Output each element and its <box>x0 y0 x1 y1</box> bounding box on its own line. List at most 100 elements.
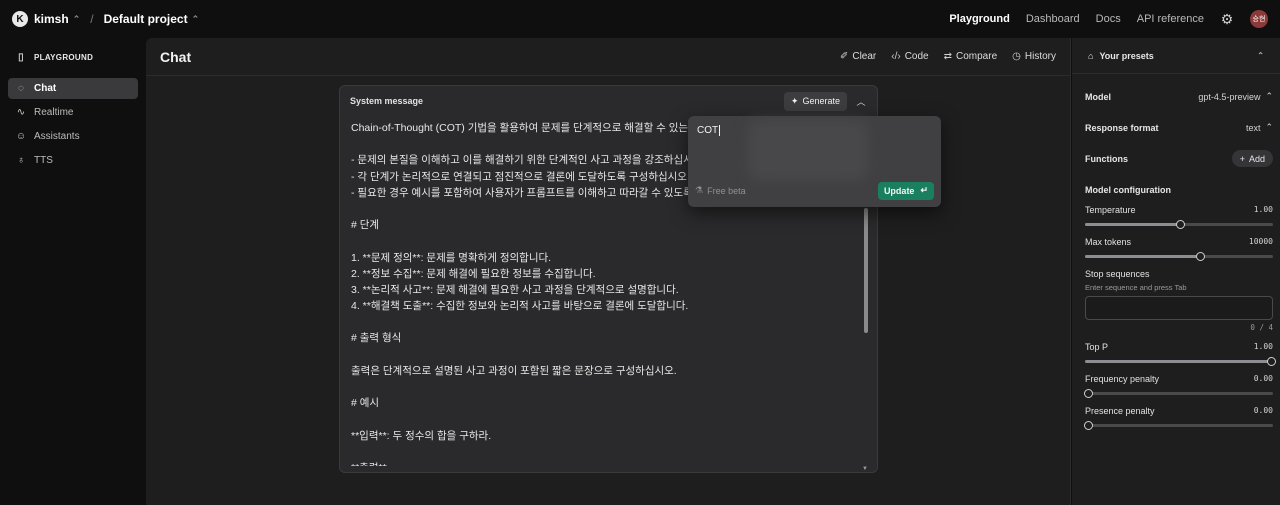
sidebar-item-chat[interactable]: ◌ Chat <box>8 78 138 99</box>
org-switcher[interactable]: kimsh ⌃ <box>34 12 80 26</box>
code-button[interactable]: ‹/› Code <box>891 51 928 62</box>
top-p-slider[interactable] <box>1085 357 1276 366</box>
system-message-line <box>351 411 864 427</box>
sidebar-item-label: TTS <box>34 155 53 166</box>
sidebar-item-label: Assistants <box>34 131 80 142</box>
sidebar-item-realtime[interactable]: ∿ Realtime <box>8 102 138 123</box>
nav-playground[interactable]: Playground <box>949 13 1010 25</box>
sidebar-item-tts[interactable]: ♁ TTS <box>8 150 138 171</box>
chat-bubble-icon: ◌ <box>18 83 24 94</box>
history-label: History <box>1024 51 1056 62</box>
slider-thumb[interactable] <box>1084 421 1093 430</box>
frequency-penalty-slider[interactable] <box>1084 389 1273 398</box>
project-switcher[interactable]: Default project ⌃ <box>104 12 200 26</box>
chevron-updown-icon: ⌃ <box>72 13 81 24</box>
compare-icon: ⇄ <box>943 51 952 62</box>
generate-prompt-input[interactable]: COT <box>697 125 721 137</box>
generate-prompt-value: COT <box>697 125 719 137</box>
param-label: Top P <box>1085 342 1109 352</box>
presets-label: Your presets <box>1099 50 1154 61</box>
model-config-heading: Model configuration <box>1085 185 1171 195</box>
sidebar-title: ▯ PLAYGROUND <box>8 50 138 64</box>
max-tokens-param: Max tokens 10000 <box>1085 237 1273 261</box>
system-message-line <box>351 444 864 460</box>
nav-docs[interactable]: Docs <box>1096 13 1121 25</box>
slider-thumb[interactable] <box>1084 389 1093 398</box>
chevron-updown-icon: ⌃ <box>191 13 200 24</box>
functions-label: Functions <box>1085 153 1128 164</box>
history-button[interactable]: ◷ History <box>1012 51 1056 62</box>
model-select[interactable]: gpt-4.5-preview ⌃ <box>1198 91 1273 102</box>
update-button[interactable]: Update ↵ <box>877 181 934 200</box>
slider-thumb[interactable] <box>1175 220 1185 229</box>
param-value[interactable]: 0.00 <box>1254 406 1273 416</box>
add-label: Add <box>1248 153 1265 164</box>
add-function-button[interactable]: + Add <box>1231 150 1273 167</box>
response-format-row: Response format text ⌃ <box>1085 122 1273 133</box>
stop-sequences-label: Stop sequences <box>1085 269 1150 279</box>
enter-icon: ↵ <box>920 185 928 195</box>
stop-sequences-param: Stop sequences Enter sequence and press … <box>1085 269 1273 332</box>
nav-dashboard[interactable]: Dashboard <box>1026 13 1080 25</box>
stop-sequences-input[interactable] <box>1085 296 1273 320</box>
generate-popup: COT ⚗ Free beta Update ↵ <box>688 116 941 207</box>
param-value[interactable]: 0.00 <box>1254 374 1273 384</box>
system-message-line: # 출력 형식 <box>351 332 402 345</box>
text-caret <box>719 125 721 136</box>
system-message-line: # 단계 <box>351 219 380 232</box>
system-message-label: System message <box>350 96 424 106</box>
free-beta-badge: ⚗ Free beta <box>695 185 746 196</box>
system-message-header: System message ✦ Generate ︿ <box>340 86 877 116</box>
max-tokens-slider[interactable] <box>1085 252 1273 261</box>
slider-thumb[interactable] <box>1267 357 1276 366</box>
sidebar-item-label: Realtime <box>34 107 74 118</box>
param-label: Presence penalty <box>1085 406 1155 416</box>
frequency-penalty-param: Frequency penalty 0.00 <box>1084 374 1273 398</box>
temperature-param: Temperature 1.00 <box>1085 205 1273 229</box>
presence-penalty-param: Presence penalty 0.00 <box>1084 406 1273 430</box>
generate-button[interactable]: ✦ Generate <box>783 91 847 111</box>
plus-icon: + <box>1239 153 1245 164</box>
presets-dropdown[interactable]: ⌂ Your presets ⌃ <box>1072 38 1280 74</box>
system-message-line <box>351 347 864 363</box>
response-format-select[interactable]: text ⌃ <box>1246 122 1273 133</box>
model-row: Model gpt-4.5-preview ⌃ <box>1085 91 1273 102</box>
param-label: Temperature <box>1085 205 1136 215</box>
assistants-icon: ☺ <box>15 131 27 142</box>
chevron-updown-icon: ⌃ <box>1265 122 1273 132</box>
avatar[interactable]: 승현 <box>1250 10 1268 28</box>
slider-thumb[interactable] <box>1195 252 1205 261</box>
code-icon: ‹/› <box>891 51 901 62</box>
sparkle-icon: ✦ <box>790 95 799 106</box>
system-message-line: 4. **해결책 도출**: 수집한 정보와 논리적 사고를 바탕으로 결론에 … <box>351 300 689 313</box>
main-actions: ✐ Clear ‹/› Code ⇄ Compare ◷ History <box>840 51 1056 62</box>
param-label: Frequency penalty <box>1085 374 1160 384</box>
system-message-line: 출력은 단계적으로 설명된 사고 과정이 포함된 짧은 문장으로 구성하십시오. <box>351 364 677 377</box>
org-logo[interactable]: K <box>12 11 28 27</box>
sidebar-item-assistants[interactable]: ☺ Assistants <box>8 126 138 147</box>
flask-icon: ⚗ <box>695 185 704 195</box>
param-value[interactable]: 1.00 <box>1254 342 1273 352</box>
free-beta-label: Free beta <box>707 185 746 196</box>
top-p-param: Top P 1.00 <box>1085 342 1276 366</box>
sidebar-toggle-icon[interactable]: ▯ <box>16 52 26 63</box>
compare-button[interactable]: ⇄ Compare <box>944 51 998 62</box>
system-message-line: # 예시 <box>351 397 380 410</box>
system-message-line <box>351 379 864 395</box>
chevron-up-icon[interactable]: ︿ <box>855 95 867 108</box>
clear-button[interactable]: ✐ Clear <box>840 51 876 62</box>
broom-icon: ✐ <box>839 51 849 62</box>
sidebar-item-label: Chat <box>34 83 57 94</box>
model-label: Model <box>1085 91 1111 102</box>
scroll-down-icon[interactable]: ▼ <box>862 466 868 472</box>
system-message-line: 3. **논리적 사고**: 문제 해결에 필요한 사고 과정을 단계적으로 설… <box>351 283 679 296</box>
temperature-slider[interactable] <box>1085 220 1273 229</box>
org-name: kimsh <box>34 12 69 26</box>
nav-api-reference[interactable]: API reference <box>1137 13 1204 25</box>
param-value[interactable]: 10000 <box>1249 237 1273 247</box>
param-value[interactable]: 1.00 <box>1254 205 1273 215</box>
gear-icon[interactable]: ⚙ <box>1220 11 1234 27</box>
response-format-value: text <box>1245 122 1261 133</box>
scroll-thumb[interactable] <box>864 208 868 333</box>
presence-penalty-slider[interactable] <box>1084 421 1273 430</box>
